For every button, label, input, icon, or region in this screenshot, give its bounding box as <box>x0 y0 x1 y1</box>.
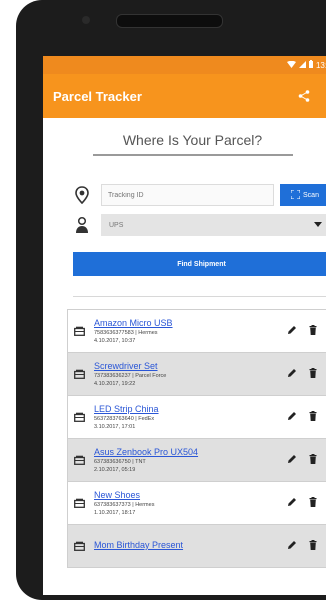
parcel-name[interactable]: Asus Zenbook Pro UX504 <box>94 447 287 457</box>
app-bar: Parcel Tracker <box>43 74 326 118</box>
status-bar: 13:54 <box>43 56 326 74</box>
carrier-value: UPS <box>109 221 124 229</box>
parcel-tracking: 7583636377583 | Hermes <box>94 330 158 336</box>
app-screen: 13:54 Parcel Tracker Where Is Your Parce… <box>43 56 326 595</box>
find-shipment-button[interactable]: Find Shipment <box>73 252 326 276</box>
parcel-date: 3.10.2017, 17:01 <box>94 424 136 430</box>
delete-trash-icon[interactable] <box>309 494 317 512</box>
carrier-select[interactable]: UPS <box>101 214 326 236</box>
package-icon <box>74 541 88 551</box>
parcel-item-3[interactable]: Asus Zenbook Pro UX504 637383636750 | TN… <box>68 439 326 482</box>
delete-trash-icon[interactable] <box>309 451 317 469</box>
scan-button[interactable]: Scan <box>280 184 326 206</box>
parcel-item-1[interactable]: Screwdriver Set 737383636237 | Parcel Fo… <box>68 353 326 396</box>
edit-pencil-icon[interactable] <box>287 408 297 426</box>
page-heading: Where Is Your Parcel? <box>92 132 293 156</box>
parcel-name[interactable]: New Shoes <box>94 490 287 500</box>
package-icon <box>74 412 88 422</box>
parcel-name[interactable]: Amazon Micro USB <box>94 318 287 328</box>
edit-pencil-icon[interactable] <box>287 494 297 512</box>
share-icon[interactable] <box>298 90 310 102</box>
tracking-id-input[interactable] <box>101 184 274 206</box>
parcel-date: 4.10.2017, 10:37 <box>94 338 136 344</box>
earpiece-speaker <box>116 14 223 28</box>
edit-pencil-icon[interactable] <box>287 322 297 340</box>
edit-pencil-icon[interactable] <box>287 451 297 469</box>
delete-trash-icon[interactable] <box>309 365 317 383</box>
battery-icon <box>308 60 313 70</box>
camera-lens <box>82 16 90 24</box>
section-divider <box>73 296 326 297</box>
clock-text: 13:54 <box>315 60 326 70</box>
edit-pencil-icon[interactable] <box>287 365 297 383</box>
parcel-item-0[interactable]: Amazon Micro USB 7583636377583 | Hermes … <box>68 310 326 353</box>
parcel-name[interactable]: Screwdriver Set <box>94 361 287 371</box>
parcel-item-5[interactable]: Mom Birthday Present <box>68 525 326 568</box>
parcel-list: Amazon Micro USB 7583636377583 | Hermes … <box>67 309 326 568</box>
parcel-tracking: 737383636237 | Parcel Force <box>94 373 167 379</box>
parcel-date: 1.10.2017, 18:17 <box>94 510 136 516</box>
location-pin-icon <box>73 184 91 206</box>
edit-pencil-icon[interactable] <box>287 537 297 555</box>
package-icon <box>74 498 88 508</box>
scan-icon <box>290 189 301 201</box>
package-icon <box>74 369 88 379</box>
parcel-tracking: 5637283763640 | FedEx <box>94 416 155 422</box>
wifi-icon <box>286 60 296 70</box>
signal-icon <box>298 60 306 70</box>
parcel-tracking: 637383637373 | Hermes <box>94 502 155 508</box>
phone-frame: 13:54 Parcel Tracker Where Is Your Parce… <box>16 0 326 600</box>
parcel-name[interactable]: Mom Birthday Present <box>94 540 287 550</box>
parcel-date: 4.10.2017, 19:22 <box>94 381 136 387</box>
courier-person-icon <box>73 214 91 236</box>
package-icon <box>74 455 88 465</box>
scan-label: Scan <box>303 191 319 199</box>
delete-trash-icon[interactable] <box>309 408 317 426</box>
package-icon <box>74 326 88 336</box>
chevron-down-icon <box>314 221 322 229</box>
app-title: Parcel Tracker <box>53 88 142 104</box>
search-form: Scan UPS Find Shipment <box>43 184 326 276</box>
parcel-item-2[interactable]: LED Strip China 5637283763640 | FedEx 3.… <box>68 396 326 439</box>
parcel-item-4[interactable]: New Shoes 637383637373 | Hermes 1.10.201… <box>68 482 326 525</box>
delete-trash-icon[interactable] <box>309 322 317 340</box>
parcel-name[interactable]: LED Strip China <box>94 404 287 414</box>
delete-trash-icon[interactable] <box>309 537 317 555</box>
parcel-tracking: 637383636750 | TNT <box>94 459 146 465</box>
parcel-date: 2.10.2017, 05:19 <box>94 467 136 473</box>
